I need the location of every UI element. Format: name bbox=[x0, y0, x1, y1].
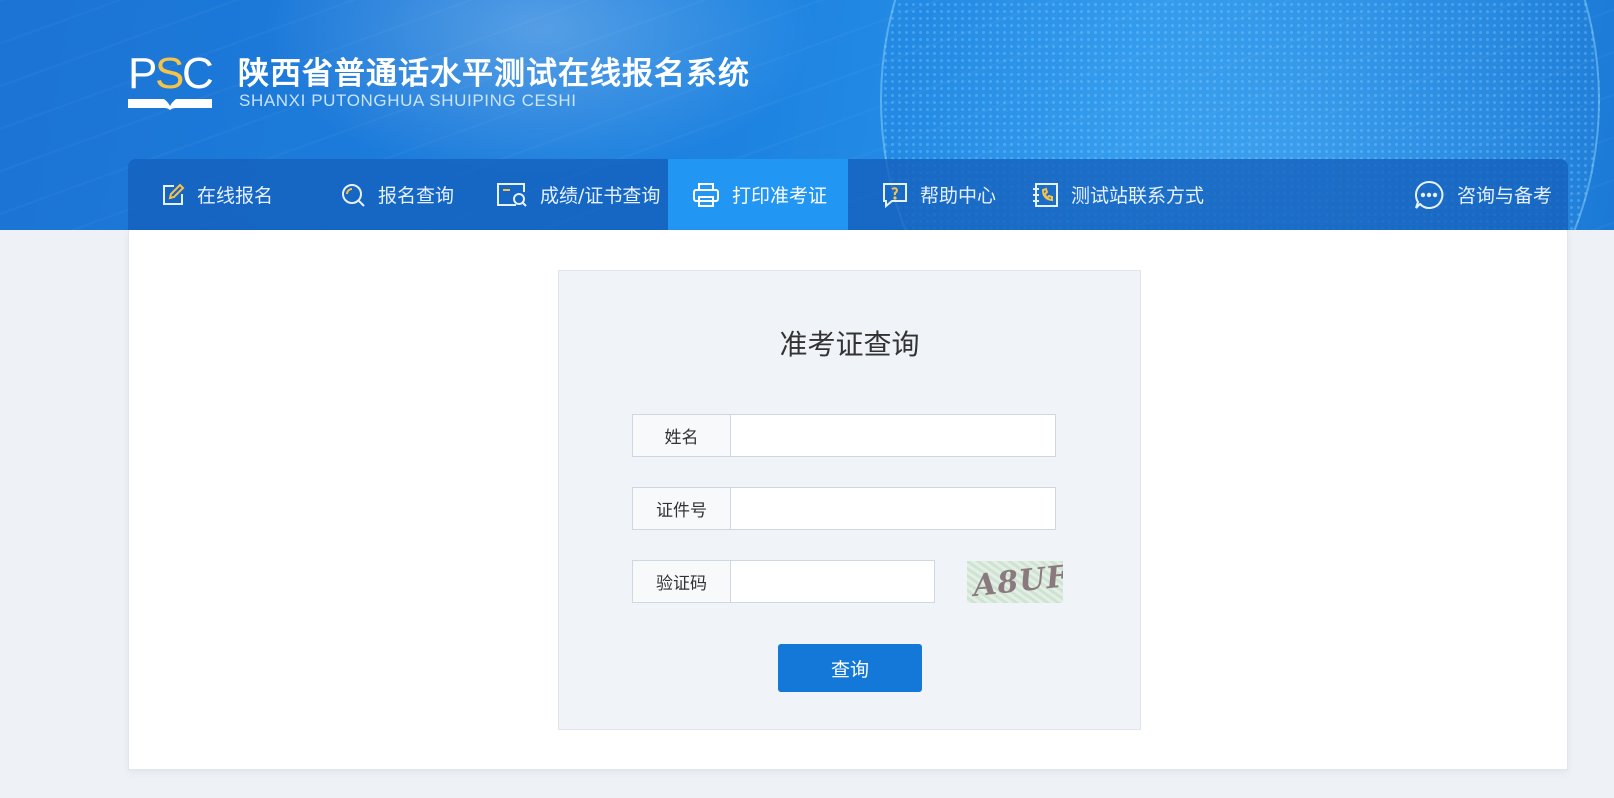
nav-item-help-center[interactable]: 帮助中心 bbox=[882, 159, 996, 230]
nav-item-label: 在线报名 bbox=[197, 185, 274, 207]
logo-letter-s: S bbox=[155, 52, 184, 98]
form-title: 准考证查询 bbox=[779, 328, 920, 361]
nav-item-score-certificate-query[interactable]: 成绩/证书查询 bbox=[496, 159, 660, 230]
chat-bubble-icon bbox=[1414, 180, 1444, 209]
admission-ticket-query-form: 准考证查询 姓名 证件号 验证码 A8UF 查询 bbox=[558, 270, 1141, 730]
main-content: 准考证查询 姓名 证件号 验证码 A8UF 查询 bbox=[128, 230, 1568, 770]
query-button[interactable]: 查询 bbox=[778, 644, 922, 692]
edit-icon bbox=[163, 183, 185, 205]
nav-item-print-admission-ticket[interactable]: 打印准考证 bbox=[668, 159, 848, 230]
nav-item-label: 打印准考证 bbox=[732, 185, 828, 207]
captcha-image[interactable]: A8UF bbox=[967, 561, 1063, 603]
site-subtitle: SHANXI PUTONGHUA SHUIPING CESHI bbox=[239, 91, 577, 110]
name-label: 姓名 bbox=[632, 414, 731, 457]
captcha-label: 验证码 bbox=[632, 560, 731, 603]
logo-book-icon bbox=[128, 99, 212, 110]
psc-logo: P S C bbox=[128, 52, 212, 110]
main-nav: 在线报名 报名查询 成绩/证书查询 打印准考证 帮助中心 测试站联系方式 咨询与… bbox=[128, 159, 1568, 230]
id-number-input[interactable] bbox=[731, 487, 1056, 530]
nav-item-label: 报名查询 bbox=[378, 185, 455, 207]
logo-letter-c: C bbox=[182, 52, 212, 98]
captcha-input[interactable] bbox=[731, 560, 935, 603]
phone-book-icon bbox=[1033, 182, 1058, 207]
search-circle-icon bbox=[342, 183, 365, 207]
nav-item-online-registration[interactable]: 在线报名 bbox=[161, 159, 273, 230]
nav-item-label: 帮助中心 bbox=[920, 185, 997, 207]
name-input[interactable] bbox=[731, 414, 1056, 457]
certificate-search-icon bbox=[497, 182, 527, 207]
nav-item-label: 成绩/证书查询 bbox=[540, 185, 661, 207]
nav-item-label: 测试站联系方式 bbox=[1071, 185, 1205, 207]
id-number-label: 证件号 bbox=[632, 487, 731, 530]
nav-item-test-station-contacts[interactable]: 测试站联系方式 bbox=[1031, 159, 1204, 230]
nav-item-consult-and-prepare[interactable]: 咨询与备考 bbox=[1413, 159, 1552, 230]
nav-item-label: 咨询与备考 bbox=[1457, 185, 1553, 207]
logo-letter-p: P bbox=[128, 52, 157, 98]
header-banner: P S C 陕西省普通话水平测试在线报名系统 SHANXI PUTONGHUA … bbox=[0, 0, 1614, 230]
site-title: 陕西省普通话水平测试在线报名系统 bbox=[238, 56, 750, 92]
nav-item-registration-query[interactable]: 报名查询 bbox=[340, 159, 454, 230]
captcha-image-text: A8UF bbox=[971, 561, 1063, 603]
help-chat-icon bbox=[883, 182, 907, 208]
printer-icon bbox=[693, 182, 719, 207]
